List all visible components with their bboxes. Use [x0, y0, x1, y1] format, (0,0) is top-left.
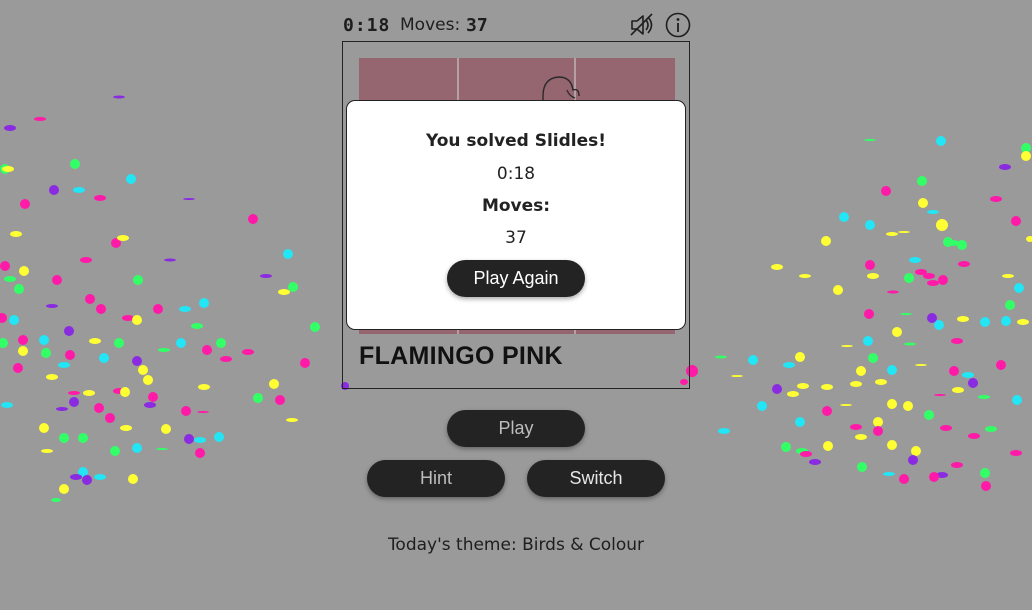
- dialog-title: You solved Slidles!: [425, 131, 607, 151]
- play-again-button[interactable]: Play Again: [447, 260, 585, 297]
- switch-button[interactable]: Switch: [527, 460, 665, 497]
- play-button[interactable]: Play: [447, 410, 585, 447]
- timer: 0:18: [343, 15, 391, 36]
- theme-label: Today's theme: Birds & Colour: [387, 535, 645, 555]
- dialog-time: 0:18: [496, 164, 536, 184]
- game-header: 0:18 Moves: 37: [342, 10, 692, 40]
- solved-dialog: You solved Slidles! 0:18 Moves: 37 Play …: [346, 100, 686, 330]
- speaker-muted-icon[interactable]: [628, 11, 656, 39]
- info-icon[interactable]: [664, 11, 692, 39]
- color-name: FLAMINGO PINK: [359, 342, 563, 370]
- dialog-moves-label: Moves:: [481, 196, 551, 216]
- hint-button[interactable]: Hint: [367, 460, 505, 497]
- moves-label: Moves:: [400, 15, 461, 35]
- dialog-moves-count: 37: [505, 228, 527, 248]
- moves-count: 37: [466, 15, 488, 36]
